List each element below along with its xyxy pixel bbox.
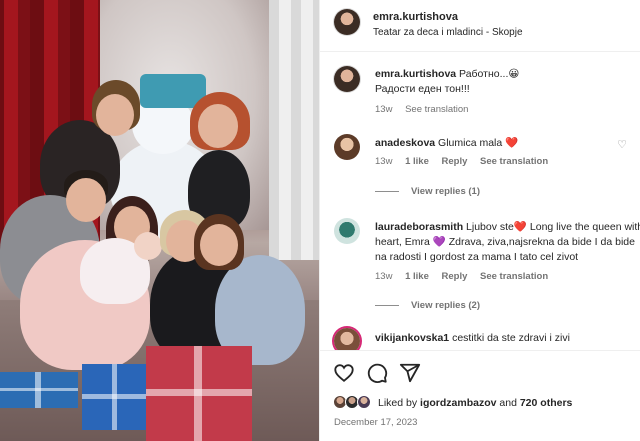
caption-row: emra.kurtishova Работно...😀 Радости еден… <box>320 62 640 122</box>
author-avatar[interactable] <box>334 9 360 35</box>
comment-username[interactable]: vikijankovska1 <box>375 332 449 344</box>
comment-text: vikijankovska1 cestitki da ste zdravi i … <box>375 331 570 346</box>
comment-username[interactable]: anadeskova <box>375 137 435 149</box>
comment-body-line3: na radosti I gordost za mama I tato cel … <box>375 251 579 263</box>
commenter-avatar[interactable] <box>334 328 360 350</box>
comment-see-translation[interactable]: See translation <box>480 271 548 282</box>
post-detail-panel: emra.kurtishova Teatar za deca i mladinc… <box>319 0 640 441</box>
person-right-face <box>200 224 238 266</box>
caption-age: 13w <box>375 104 393 115</box>
view-replies-button[interactable]: View replies (1) <box>375 186 480 197</box>
commenter-avatar[interactable] <box>334 218 360 244</box>
comment-row: lauradeborasmith Ljubov ste❤️ Long live … <box>320 216 640 316</box>
caption-line2: Радости еден тон!!! <box>375 83 470 95</box>
person-back-left-face <box>96 94 134 136</box>
comment-see-translation[interactable]: See translation <box>480 156 548 167</box>
replies-divider-line <box>375 190 399 192</box>
comment-body-line2: heart, Emra 💜 Zdrava, ziva,najsrekna da … <box>375 236 635 248</box>
comment-body-line1: Ljubov ste❤️ Long live the queen with th… <box>466 221 640 233</box>
view-replies-button[interactable]: View replies (2) <box>375 300 480 311</box>
baby-face <box>134 232 162 260</box>
comment-row: vikijankovska1 cestitki da ste zdravi i … <box>320 328 640 350</box>
person-left-man-face <box>66 178 106 222</box>
post-photo[interactable] <box>0 0 319 441</box>
view-replies-label: View replies (1) <box>411 186 480 197</box>
likes-and: and <box>499 397 517 409</box>
comment-meta: 13w 1 like Reply See translation <box>375 271 558 282</box>
replies-divider-line <box>375 304 399 306</box>
comment-reply-button[interactable]: Reply <box>442 156 468 167</box>
view-replies-label: View replies (2) <box>411 300 480 311</box>
comment-age: 13w <box>375 156 393 167</box>
comment-like-count[interactable]: 1 like <box>405 271 429 282</box>
gift-box-red <box>146 346 252 441</box>
caption-line1: Работно... <box>459 68 509 80</box>
liker-avatar[interactable] <box>357 395 371 409</box>
white-curtain <box>269 0 319 260</box>
commenter-avatar[interactable] <box>334 134 360 160</box>
comments-list[interactable]: emra.kurtishova Работно...😀 Радости еден… <box>320 52 640 350</box>
post-date[interactable]: December 17, 2023 <box>334 417 417 428</box>
comment-username[interactable]: lauradeborasmith <box>375 221 463 233</box>
comment-row: anadeskova Glumica mala ❤️ 13w 1 like Re… <box>320 132 640 208</box>
comment-text: lauradeborasmith Ljubov ste❤️ Long live … <box>375 220 640 265</box>
comment-body: Glumica mala <box>438 137 503 149</box>
paper-plane-icon[interactable] <box>399 362 421 384</box>
post-location[interactable]: Teatar za deca i mladinci - Skopje <box>373 27 523 38</box>
comment-reply-button[interactable]: Reply <box>442 271 468 282</box>
caption-text: emra.kurtishova Работно...😀 Радости еден… <box>375 67 519 97</box>
person-back-right-face <box>198 104 238 148</box>
comment-like-count[interactable]: 1 like <box>405 156 429 167</box>
comment-bubble-icon[interactable] <box>366 362 388 384</box>
comment-text: anadeskova Glumica mala ❤️ <box>375 136 518 151</box>
caption-meta: 13w See translation <box>375 104 478 115</box>
red-heart-emoji: ❤️ <box>505 137 519 149</box>
likes-user-link[interactable]: igordzambazov <box>420 397 496 409</box>
comment-age: 13w <box>375 271 393 282</box>
heart-outline-icon[interactable]: ♡ <box>617 138 627 151</box>
grinning-face-emoji: 😀 <box>508 68 520 80</box>
gift-box-blue <box>82 364 148 430</box>
heart-outline-icon[interactable] <box>333 362 355 384</box>
comment-meta: 13w 1 like Reply See translation <box>375 156 558 167</box>
caption-username[interactable]: emra.kurtishova <box>375 68 456 80</box>
likes-prefix: Liked by <box>378 397 418 409</box>
comment-body: cestitki da ste zdravi i zivi <box>452 332 570 344</box>
caption-avatar[interactable] <box>334 66 360 92</box>
author-username[interactable]: emra.kurtishova <box>373 11 458 23</box>
likes-others-link[interactable]: 720 others <box>520 397 573 409</box>
likes-summary: Liked by igordzambazov and 720 others <box>378 397 572 409</box>
post-header: emra.kurtishova Teatar za deca i mladinc… <box>320 0 640 52</box>
gift-box-blue-left <box>0 372 78 408</box>
caption-see-translation[interactable]: See translation <box>405 104 468 115</box>
